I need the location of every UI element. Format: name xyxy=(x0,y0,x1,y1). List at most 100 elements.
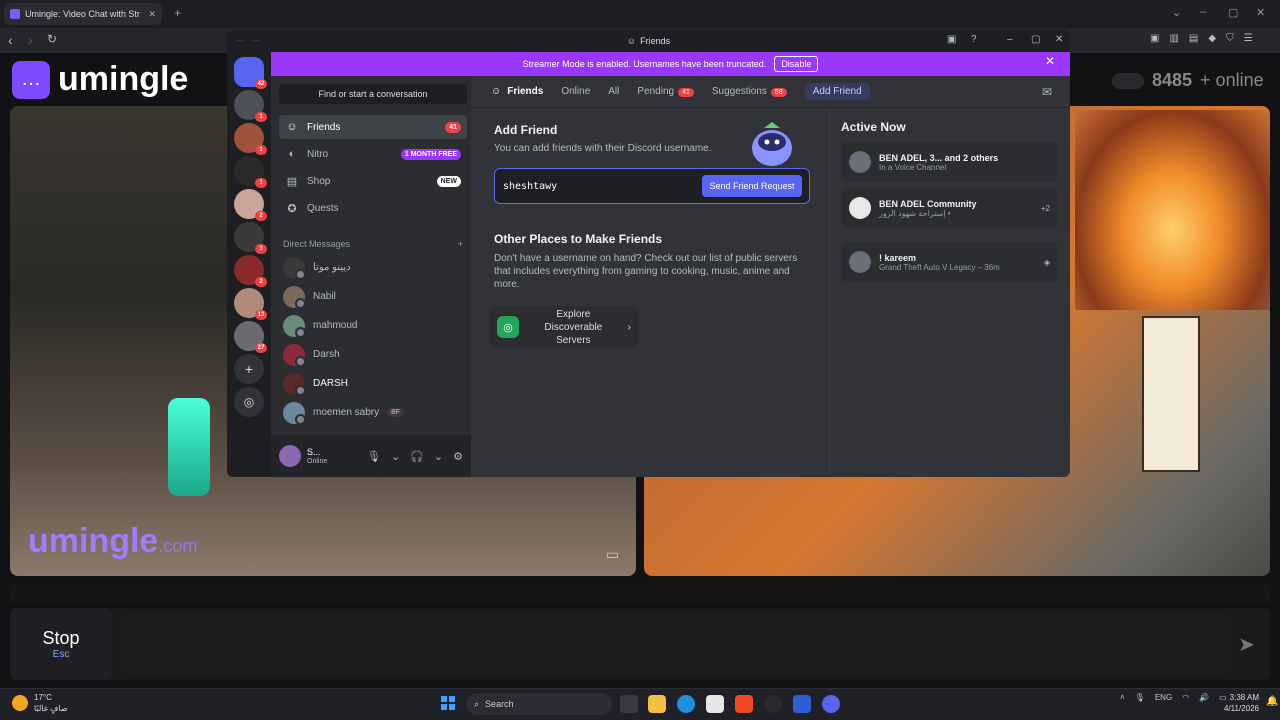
discover-icon[interactable]: ◎ xyxy=(234,387,264,417)
create-dm-button[interactable]: + xyxy=(458,239,463,249)
tab-pending[interactable]: Pending 41 xyxy=(637,86,694,97)
back-icon[interactable]: ‹ xyxy=(8,32,13,48)
explore-servers-button[interactable]: ◎ Explore Discoverable Servers › xyxy=(489,306,639,348)
tab-close-icon[interactable]: ✕ xyxy=(148,9,156,20)
dm-item[interactable]: moemen sabry BF xyxy=(279,399,467,426)
mic-tray-icon[interactable]: 🎙 xyxy=(1135,693,1145,702)
discord-minimize-icon[interactable]: – xyxy=(1007,34,1013,45)
disable-streamer-button[interactable]: Disable xyxy=(774,56,819,72)
microphone-icon[interactable]: 🎙 xyxy=(367,450,381,463)
active-card[interactable]: BEN ADEL, 3... and 2 others In a Voice C… xyxy=(841,142,1058,182)
dm-item[interactable]: Nabil xyxy=(279,283,467,310)
server-icon[interactable]: 1 xyxy=(234,123,267,155)
dm-item[interactable]: mahmoud xyxy=(279,312,467,339)
friends-badge: 41 xyxy=(445,121,461,133)
umingle-watermark: umingle.com xyxy=(28,522,197,561)
sidebar-icon[interactable]: ▥ xyxy=(1169,33,1178,44)
reload-icon[interactable]: ↻ xyxy=(47,32,57,46)
system-tray: ˄ 🎙 ENG ◠ 🔊 ▭ xyxy=(1120,693,1227,702)
new-tab-button[interactable]: + xyxy=(174,6,181,20)
dm-item[interactable]: DARSH xyxy=(279,370,467,397)
dm-item[interactable]: Darsh xyxy=(279,341,467,368)
online-toggle[interactable] xyxy=(1112,72,1144,89)
active-card[interactable]: BEN ADEL Community إستراحة شهود الزور • … xyxy=(841,188,1058,228)
server-icon[interactable]: 27 xyxy=(234,321,267,353)
server-badge: 1 xyxy=(255,145,267,155)
umingle-logo[interactable]: … umingle xyxy=(12,60,188,99)
wifi-icon[interactable]: ◠ xyxy=(1182,693,1189,702)
taskbar-search[interactable]: ⌕ Search xyxy=(466,693,612,715)
tab-add-friend[interactable]: Add Friend xyxy=(804,83,870,100)
chevron-down-icon[interactable]: ⌄ xyxy=(391,450,400,463)
send-icon[interactable]: ➤ xyxy=(1238,632,1262,656)
server-icon[interactable]: 13 xyxy=(234,288,267,320)
brave-icon[interactable] xyxy=(735,695,753,713)
new-group-dm-icon[interactable]: ✉ xyxy=(1042,85,1052,99)
screenshot-icon[interactable]: ▣ xyxy=(1150,33,1159,44)
windows-start-icon[interactable] xyxy=(441,696,455,710)
notifications-icon[interactable]: 🔔 xyxy=(1266,696,1278,707)
discord-forward-icon[interactable]: → xyxy=(251,34,261,45)
find-conversation-button[interactable]: Find or start a conversation xyxy=(279,84,467,104)
discord-home-icon[interactable]: 42 xyxy=(234,57,267,89)
tab-online[interactable]: Online xyxy=(561,86,590,97)
task-view-icon[interactable] xyxy=(620,695,638,713)
weather-widget[interactable]: 17°C صافٍ غالبًا xyxy=(12,692,68,714)
avatar xyxy=(849,151,871,173)
settings-gear-icon[interactable]: ⚙ xyxy=(453,450,463,463)
minimize-icon[interactable]: – xyxy=(1200,6,1206,18)
watermark-text: umingle xyxy=(28,522,159,560)
store-icon[interactable] xyxy=(706,695,724,713)
headphones-icon[interactable]: 🎧 xyxy=(410,450,424,463)
language-indicator[interactable]: ENG xyxy=(1155,693,1172,702)
tab-all[interactable]: All xyxy=(608,86,619,97)
active-card[interactable]: ! kareem Grand Theft Auto V Legacy – 36m… xyxy=(841,242,1058,282)
nav-nitro[interactable]: ◐ Nitro 1 MONTH FREE xyxy=(279,142,467,166)
taskbar-clock[interactable]: 3:38 AM 4/11/2026 xyxy=(1224,692,1259,714)
volume-icon[interactable]: 🔊 xyxy=(1199,693,1209,702)
server-icon[interactable]: 2 xyxy=(234,255,267,287)
discord-close-icon[interactable]: ✕ xyxy=(1055,34,1063,45)
shield-icon[interactable]: ⛉ xyxy=(1226,33,1234,44)
server-icon[interactable]: 3 xyxy=(234,222,267,254)
edge-icon[interactable] xyxy=(677,695,695,713)
discord-maximize-icon[interactable]: ▢ xyxy=(1031,34,1040,45)
watermark-suffix: .com xyxy=(158,536,198,556)
browser-tab[interactable]: Umingle: Video Chat with Str ✕ xyxy=(4,3,162,25)
server-icon[interactable]: 1 xyxy=(234,156,267,188)
add-server-icon[interactable]: + xyxy=(234,354,264,384)
server-badge: 2 xyxy=(255,277,267,287)
wallet-icon[interactable]: ▤ xyxy=(1189,33,1198,44)
maximize-icon[interactable]: ▢ xyxy=(1228,6,1238,19)
dm-item[interactable]: ديينو موتا xyxy=(279,254,467,281)
ea-app-icon[interactable] xyxy=(793,695,811,713)
discord-taskbar-icon[interactable] xyxy=(822,695,840,713)
other-places-title: Other Places to Make Friends xyxy=(494,232,663,246)
nav-shop[interactable]: ▤ Shop NEW xyxy=(279,169,467,193)
nav-friends[interactable]: ☺ Friends 41 xyxy=(279,115,467,139)
wall-poster xyxy=(1142,316,1200,472)
inbox-icon[interactable]: ▣ xyxy=(947,34,956,45)
help-icon[interactable]: ? xyxy=(971,34,977,45)
vpn-icon[interactable]: ◆ xyxy=(1208,33,1216,44)
avatar[interactable] xyxy=(279,445,301,467)
nav-quests[interactable]: ✪ Quests xyxy=(279,196,467,220)
send-friend-request-button[interactable]: Send Friend Request xyxy=(702,175,802,197)
server-icon[interactable]: 1 xyxy=(234,90,267,122)
discord-back-icon[interactable]: ← xyxy=(235,34,245,45)
chevron-down-icon[interactable]: ⌄ xyxy=(434,450,443,463)
github-icon[interactable] xyxy=(764,695,782,713)
message-input[interactable] xyxy=(120,612,1230,676)
close-window-icon[interactable]: ✕ xyxy=(1256,6,1265,19)
file-explorer-icon[interactable] xyxy=(648,695,666,713)
tray-chevron-up-icon[interactable]: ˄ xyxy=(1120,693,1125,702)
stop-button[interactable]: Stop Esc xyxy=(10,608,112,680)
menu-icon[interactable]: ☰ xyxy=(1244,33,1253,44)
banner-close-icon[interactable]: ✕ xyxy=(1045,54,1055,68)
tab-list-chevron-icon[interactable]: ⌄ xyxy=(1172,6,1181,19)
forward-icon[interactable]: › xyxy=(28,32,33,48)
tab-suggestions[interactable]: Suggestions 58 xyxy=(712,86,787,97)
server-icon[interactable]: 2 xyxy=(234,189,267,221)
chat-toggle-icon[interactable]: ▭ xyxy=(606,546,619,563)
dm-name: Nabil xyxy=(313,291,336,302)
